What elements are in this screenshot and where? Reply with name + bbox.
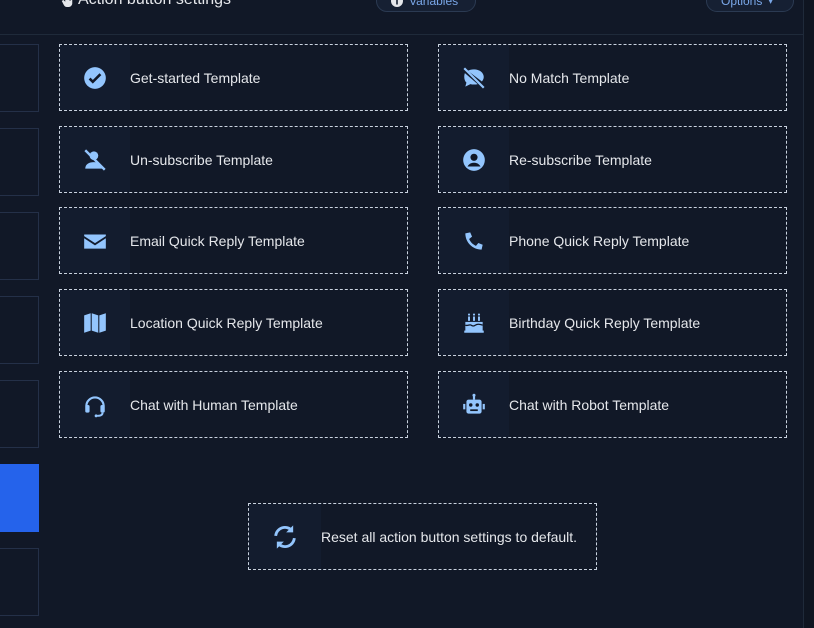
page-title-text: Action button settings [78, 0, 231, 9]
options-label: Options [721, 0, 763, 8]
phone-quick-reply-template-button[interactable]: Phone Quick Reply Template [438, 207, 787, 274]
email-quick-reply-template-button[interactable]: Email Quick Reply Template [59, 207, 408, 274]
side-tab-4[interactable] [0, 296, 39, 364]
top-bar: Action button settings Variables Options… [0, 0, 814, 35]
robot-icon [463, 393, 485, 414]
card-label: No Match Template [509, 69, 630, 86]
resubscribe-template-button[interactable]: Re-subscribe Template [438, 126, 787, 193]
get-started-template-button[interactable]: Get-started Template [59, 44, 408, 111]
card-label: Chat with Human Template [130, 396, 298, 413]
card-label: Birthday Quick Reply Template [509, 314, 701, 331]
user-circle-icon [463, 148, 485, 171]
side-tab-1[interactable] [0, 44, 39, 112]
check-circle-icon [84, 66, 106, 89]
unsubscribe-template-button[interactable]: Un-subscribe Template [59, 126, 408, 193]
no-match-template-button[interactable]: No Match Template [438, 44, 787, 111]
side-tab-active[interactable] [0, 464, 39, 532]
variables-button[interactable]: Variables [376, 0, 476, 12]
side-tab-2[interactable] [0, 128, 39, 196]
scrollbar[interactable] [803, 0, 814, 628]
side-tab-5[interactable] [0, 380, 39, 448]
card-label: Un-subscribe Template [130, 151, 273, 168]
hand-pointer-icon [61, 0, 73, 7]
card-label: Location Quick Reply Template [130, 314, 323, 331]
options-button[interactable]: Options ▾ [706, 0, 794, 12]
card-label: Chat with Robot Template [509, 396, 670, 413]
comment-slash-icon [463, 66, 485, 89]
card-label: Get-started Template [130, 69, 261, 86]
birthday-cake-icon [464, 312, 484, 333]
envelope-icon [84, 234, 106, 249]
reset-all-settings-button[interactable]: Reset all action button settings to defa… [248, 503, 597, 570]
location-quick-reply-template-button[interactable]: Location Quick Reply Template [59, 289, 408, 356]
reset-label: Reset all action button settings to defa… [321, 528, 578, 545]
chat-with-human-template-button[interactable]: Chat with Human Template [59, 371, 408, 438]
card-label: Email Quick Reply Template [130, 232, 305, 249]
page-title: Action button settings [60, 0, 231, 9]
birthday-quick-reply-template-button[interactable]: Birthday Quick Reply Template [438, 289, 787, 356]
phone-icon [465, 231, 483, 250]
info-icon [391, 0, 403, 7]
chevron-down-icon: ▾ [768, 0, 773, 6]
map-icon [84, 312, 106, 333]
headset-icon [85, 395, 105, 417]
card-label: Phone Quick Reply Template [509, 232, 690, 249]
card-label: Re-subscribe Template [509, 151, 652, 168]
chat-with-robot-template-button[interactable]: Chat with Robot Template [438, 371, 787, 438]
user-slash-icon [84, 148, 106, 171]
sync-icon [274, 524, 296, 549]
variables-label: Variables [409, 0, 459, 8]
side-tab-3[interactable] [0, 212, 39, 280]
side-tab-7[interactable] [0, 548, 39, 616]
